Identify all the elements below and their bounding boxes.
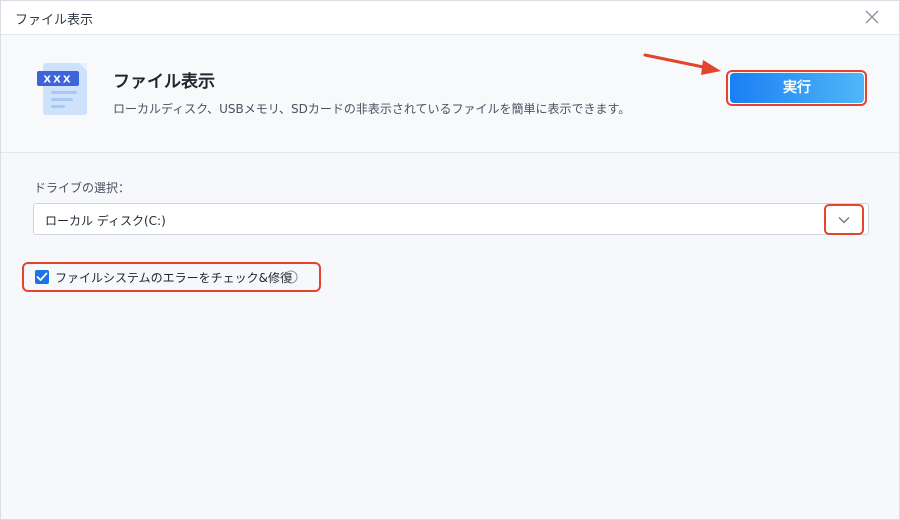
drive-dropdown-toggle[interactable] xyxy=(824,204,864,235)
drive-select-value: ローカル ディスク(C:) xyxy=(45,214,166,228)
checkmark-icon xyxy=(36,272,48,281)
run-button[interactable]: 実行 xyxy=(730,73,864,103)
drive-select[interactable]: ローカル ディスク(C:) xyxy=(33,203,869,235)
check-fs-checkbox[interactable] xyxy=(35,270,49,284)
file-show-dialog: ファイル表示 XXX ファイル表示 ローカルディスク、USBメモリ、SDカードの… xyxy=(0,0,900,520)
title-bar: ファイル表示 xyxy=(1,1,899,35)
icon-text: XXX xyxy=(43,75,72,86)
page-title: ファイル表示 xyxy=(113,72,215,92)
chevron-down-icon xyxy=(838,217,850,224)
file-show-icon: XXX xyxy=(35,61,93,119)
check-fs-option: ファイルシステムのエラーをチェック&修復 xyxy=(22,262,321,292)
page-description: ローカルディスク、USBメモリ、SDカードの非表示されているファイルを簡単に表示… xyxy=(113,102,631,116)
close-icon[interactable] xyxy=(863,8,881,26)
check-fs-label[interactable]: ファイルシステムのエラーをチェック&修復 xyxy=(55,269,292,286)
drive-select-label: ドライブの選択： xyxy=(34,181,131,195)
window-title: ファイル表示 xyxy=(15,13,94,28)
info-icon[interactable] xyxy=(284,269,298,284)
